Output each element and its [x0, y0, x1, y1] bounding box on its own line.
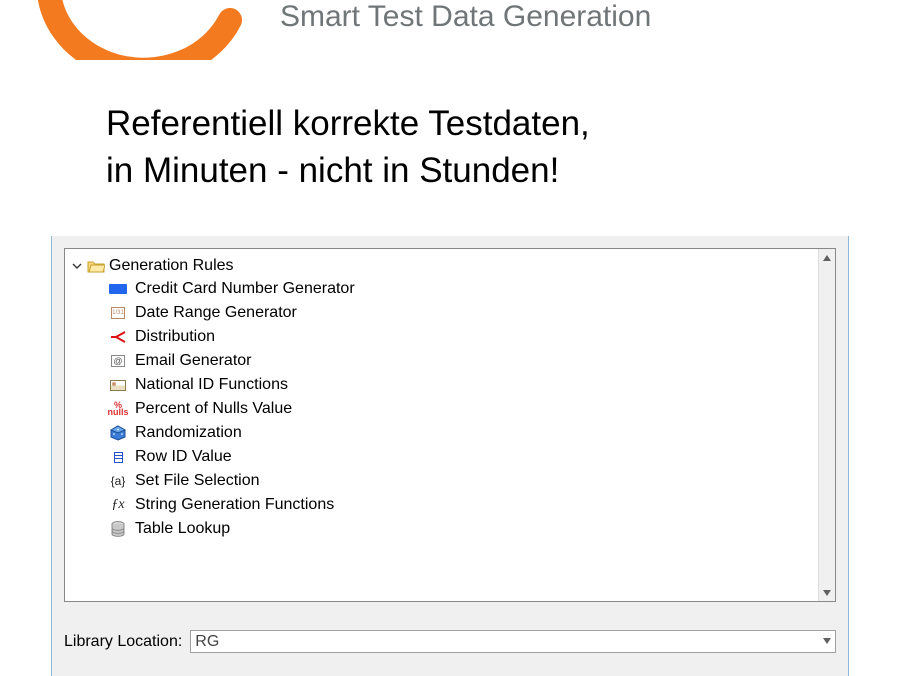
tree-item-string-functions[interactable]: ƒx String Generation Functions — [71, 493, 835, 517]
tree-item-distribution[interactable]: Distribution — [71, 325, 835, 349]
tree-item-row-id[interactable]: Row ID Value — [71, 445, 835, 469]
tree-item-table-lookup[interactable]: Table Lookup — [71, 517, 835, 541]
fx-icon: ƒx — [109, 497, 127, 513]
tree-item-credit-card[interactable]: Credit Card Number Generator — [71, 277, 835, 301]
chevron-down-icon[interactable] — [823, 636, 831, 647]
library-location-value: RG — [195, 633, 219, 651]
rules-panel: Generation Rules Credit Card Number Gene… — [51, 236, 849, 676]
tree-item-label: Percent of Nulls Value — [135, 400, 292, 418]
folder-open-icon — [87, 259, 105, 273]
scroll-up-icon[interactable] — [819, 249, 836, 266]
percent-nulls-icon: %nulls — [109, 401, 127, 417]
dice-icon — [109, 425, 127, 441]
tree-item-national-id[interactable]: National ID Functions — [71, 373, 835, 397]
tree-item-email[interactable]: @ Email Generator — [71, 349, 835, 373]
headline: Referentiell korrekte Testdaten, in Minu… — [106, 100, 590, 195]
tree-item-label: Row ID Value — [135, 448, 232, 466]
tree-item-label: Date Range Generator — [135, 304, 297, 322]
database-icon — [109, 521, 127, 537]
set-brace-icon: {a} — [109, 473, 127, 489]
tree-item-label: Email Generator — [135, 352, 252, 370]
tree-item-date-range[interactable]: 1/31 Date Range Generator — [71, 301, 835, 325]
calendar-icon: 1/31 — [109, 305, 127, 321]
distribution-icon — [109, 329, 127, 345]
headline-line1: Referentiell korrekte Testdaten, — [106, 104, 590, 143]
library-location-label: Library Location: — [64, 633, 182, 651]
tree-item-label: Randomization — [135, 424, 242, 442]
row-id-icon — [109, 449, 127, 465]
tree-item-randomization[interactable]: Randomization — [71, 421, 835, 445]
tree-item-percent-nulls[interactable]: %nulls Percent of Nulls Value — [71, 397, 835, 421]
scroll-down-icon[interactable] — [819, 584, 836, 601]
tree-root-row[interactable]: Generation Rules — [71, 255, 835, 277]
brand-arc — [30, 0, 250, 60]
library-location-select[interactable]: RG — [190, 630, 836, 653]
tree-item-label: Distribution — [135, 328, 215, 346]
headline-line2: in Minuten - nicht in Stunden! — [106, 151, 559, 190]
tree-item-label: String Generation Functions — [135, 496, 334, 514]
id-card-icon — [109, 377, 127, 393]
brand-subtitle: Smart Test Data Generation — [280, 0, 651, 34]
credit-card-icon — [109, 281, 127, 297]
tree-item-label: National ID Functions — [135, 376, 288, 394]
tree-item-set-file[interactable]: {a} Set File Selection — [71, 469, 835, 493]
tree-item-label: Table Lookup — [135, 520, 230, 538]
tree-item-label: Set File Selection — [135, 472, 260, 490]
tree-item-label: Credit Card Number Generator — [135, 280, 355, 298]
scrollbar[interactable] — [818, 249, 835, 601]
generation-rules-tree[interactable]: Generation Rules Credit Card Number Gene… — [64, 248, 836, 602]
chevron-down-icon[interactable] — [71, 261, 83, 271]
tree-root-label: Generation Rules — [109, 257, 234, 275]
email-icon: @ — [109, 353, 127, 369]
